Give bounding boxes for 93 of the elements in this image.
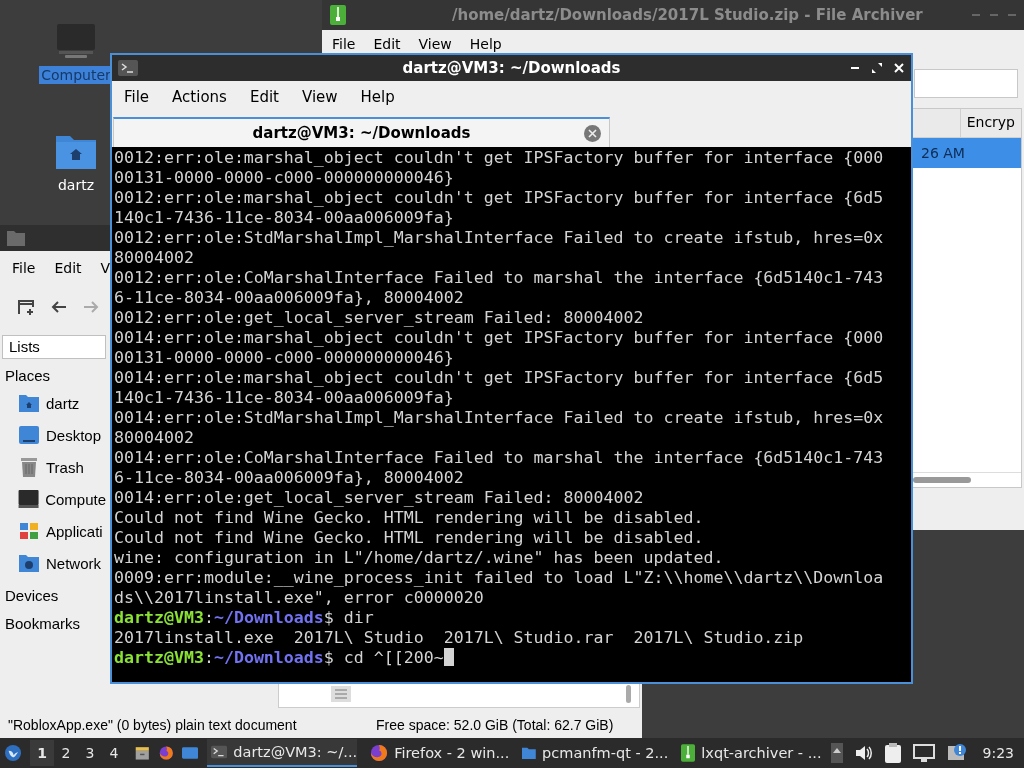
- monitor-icon: [18, 490, 40, 508]
- window-icon[interactable]: [182, 744, 199, 762]
- terminal-line: 0014:err:ole:CoMarshalInterface Failed to marshal the interface {6d5140c1-743: [114, 448, 884, 468]
- desktop-icon-label[interactable]: dartz: [55, 176, 97, 194]
- terminal-line: 140c1-7436-11ce-8034-00aa006009fa}: [114, 388, 454, 408]
- terminal-line: 80004002: [114, 428, 194, 448]
- home-folder-icon: [18, 394, 40, 412]
- terminal-line: 0014:err:ole:marshal_object couldn't get IPSFactory buffer for interface {000: [114, 328, 884, 348]
- terminal-line: 80004002: [114, 248, 194, 268]
- scrollbar-thumb[interactable]: [913, 477, 971, 483]
- workspace-button[interactable]: 3: [78, 740, 102, 766]
- terminal-line: 140c1-7436-11ce-8034-00aa006009fa}: [114, 208, 454, 228]
- sidebar-item[interactable]: Compute: [0, 483, 106, 515]
- sidebar-item[interactable]: Network: [0, 547, 106, 579]
- workspace-button[interactable]: 2: [54, 740, 78, 766]
- terminal-line: 2017linstall.exe 2017L\ Studio 2017L\ Studio.rar 2017L\ Studio.zip: [114, 628, 804, 648]
- section-header[interactable]: Places: [0, 364, 106, 387]
- free-space-text: Free space: 52.0 GiB (Total: 62.7 GiB): [376, 717, 614, 733]
- terminal-line: 0012:err:ole:get_local_server_stream Failed: 80004002: [114, 308, 644, 328]
- section-header[interactable]: Bookmarks: [0, 612, 106, 635]
- applications-icon: [18, 522, 40, 540]
- monitor-icon[interactable]: [55, 22, 97, 60]
- terminal-line: 0014:err:ole:marshal_object couldn't get IPSFactory buffer for interface {6d5: [114, 368, 884, 388]
- archive-icon: [330, 5, 346, 25]
- folder-icon: [522, 745, 537, 761]
- terminal-line: Could not find Wine Gecko. HTML rendering will be disabled.: [114, 528, 704, 548]
- taskbar-button[interactable]: dartz@VM3: ~/...: [207, 739, 358, 767]
- terminal-line: Could not find Wine Gecko. HTML rendering will be disabled.: [114, 508, 704, 528]
- trash-icon: [18, 457, 40, 477]
- folder-icon: [7, 230, 25, 246]
- terminal-line: 0012:err:ole:StdMarshalImpl_MarshalInterface Failed to create ifstub, hres=0x: [114, 228, 884, 248]
- desktop-icon: [18, 426, 40, 444]
- clock[interactable]: 9:23: [982, 745, 1014, 761]
- start-menu-icon[interactable]: [5, 742, 21, 764]
- terminal-line: 00131-0000-0000-c000-000000000046}: [114, 348, 454, 368]
- menu-item[interactable]: Edit: [373, 36, 411, 52]
- new-tab-icon[interactable]: [17, 298, 35, 316]
- notification-icon[interactable]: [946, 743, 967, 763]
- terminal-line: 6-11ce-8034-00aa006009fa}, 80004002: [114, 468, 464, 488]
- browser-icon[interactable]: [158, 743, 174, 763]
- taskbar-button[interactable]: Firefox - 2 win...: [366, 739, 510, 767]
- maximize-icon[interactable]: [871, 62, 883, 74]
- archive-icon: [681, 744, 696, 762]
- menu-item[interactable]: Actions: [172, 88, 227, 106]
- network-icon[interactable]: [912, 744, 935, 762]
- menu-item[interactable]: View: [301, 88, 338, 106]
- menu-item[interactable]: Edit: [249, 88, 279, 106]
- terminal-line: wine: configuration in L"/home/dartz/.wine" has been updated.: [114, 548, 724, 568]
- menu-item[interactable]: V: [100, 260, 111, 276]
- volume-icon[interactable]: [854, 745, 873, 761]
- sidebar-item[interactable]: Applicati: [0, 515, 106, 547]
- terminal-tab[interactable]: dartz@VM3: ~/Downloads: [113, 117, 610, 147]
- menu-item[interactable]: Edit: [54, 260, 82, 276]
- sidebar-item[interactable]: Trash: [0, 451, 106, 483]
- terminal-line: 6-11ce-8034-00aa006009fa}, 80004002: [114, 288, 464, 308]
- menu-item[interactable]: File: [332, 36, 366, 52]
- window-title: dartz@VM3: ~/Downloads: [402, 59, 621, 77]
- terminal-line: 0012:err:ole:marshal_object couldn't get IPSFactory buffer for interface {000: [114, 148, 884, 168]
- scrollbar-thumb[interactable]: [626, 685, 631, 703]
- menu-item[interactable]: Help: [469, 36, 512, 52]
- terminal-prompt-line: dartz@VM3:~/Downloads$ cd ^[[200~: [114, 648, 454, 668]
- terminal-icon: [211, 745, 228, 759]
- terminal-line: 0012:err:ole:CoMarshalInterface Failed to marshal the interface {6d5140c1-743: [114, 268, 884, 288]
- window-title: /home/dartz/Downloads/2017L Studio.zip - File Archiver: [452, 6, 923, 24]
- browser-icon: [370, 744, 389, 762]
- terminal-line: 00131-0000-0000-c000-000000000046}: [114, 168, 454, 188]
- workspace-button[interactable]: 1: [30, 740, 54, 766]
- close-tab-icon[interactable]: [584, 125, 601, 142]
- menu-item[interactable]: Help: [360, 88, 395, 106]
- close-icon[interactable]: [893, 62, 905, 74]
- terminal-line: ds\\2017linstall.exe", error c0000020: [114, 588, 484, 608]
- terminal-icon: [118, 60, 138, 76]
- back-arrow-icon[interactable]: [51, 300, 67, 314]
- terminal-line: 0014:err:ole:get_local_server_stream Failed: 80004002: [114, 488, 644, 508]
- taskbar-button[interactable]: pcmanfm-qt - 2...: [518, 739, 669, 767]
- network-folder-icon: [18, 554, 40, 572]
- taskbar-button[interactable]: lxqt-archiver - ...: [677, 739, 822, 767]
- path-field[interactable]: [914, 68, 1018, 98]
- terminal-line: 0014:err:ole:StdMarshalImpl_MarshalInterface Failed to create ifstub, hres=0x: [114, 408, 884, 428]
- status-text: "RobloxApp.exe" (0 bytes) plain text document: [8, 717, 298, 733]
- sidebar-item[interactable]: dartz: [0, 387, 106, 419]
- terminal-line: 0012:err:ole:marshal_object couldn't get IPSFactory buffer for interface {6d5: [114, 188, 884, 208]
- view-selector[interactable]: Lists: [2, 335, 106, 359]
- menu-item[interactable]: View: [418, 36, 462, 52]
- menu-item[interactable]: File: [12, 260, 36, 276]
- sidebar-item[interactable]: Desktop: [0, 419, 106, 451]
- file-row[interactable]: 26 AM: [913, 138, 1021, 168]
- section-header[interactable]: Devices: [0, 584, 106, 607]
- terminal-line: 0009:err:module:__wine_process_init failed to load L"Z:\\home\\dartz\\Downloa: [114, 568, 884, 588]
- clipboard-icon[interactable]: [884, 743, 901, 763]
- menu-item[interactable]: File: [124, 88, 150, 106]
- terminal-prompt-line: dartz@VM3:~/Downloads$ dir: [114, 608, 374, 628]
- workspace-button[interactable]: 4: [102, 740, 126, 766]
